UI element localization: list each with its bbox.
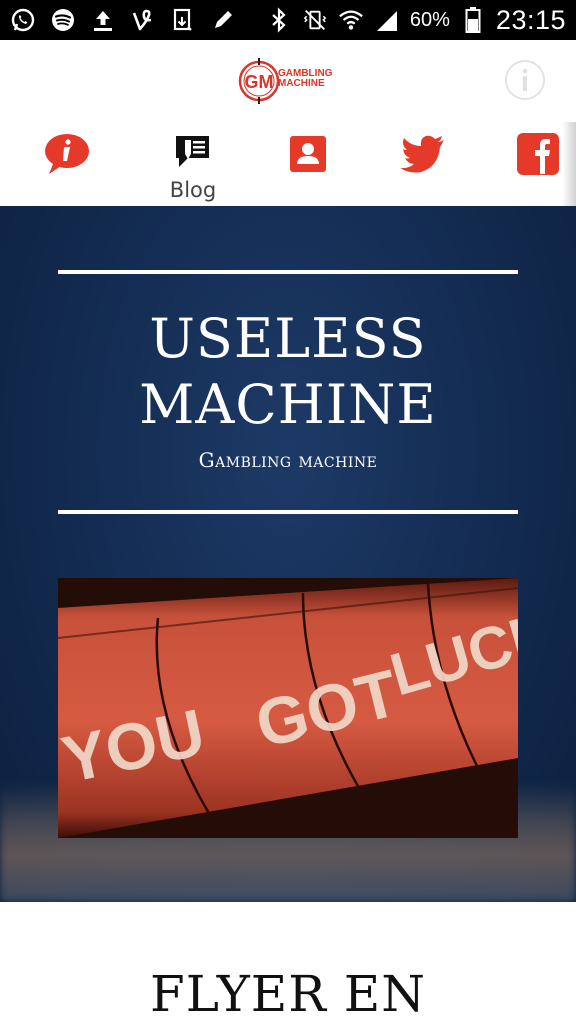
hero-banner: USELESS MACHINE Gambling machine YOU GOT… <box>0 206 576 902</box>
hero-top-rule <box>58 270 518 274</box>
nav-item-twitter[interactable] <box>383 130 463 202</box>
gambling-machine-logo[interactable]: GM GAMBLING MACHINE <box>238 58 338 104</box>
vine-icon <box>130 7 156 33</box>
twitter-icon <box>399 130 447 178</box>
whatsapp-icon <box>10 7 36 33</box>
system-status: 60% 23:15 <box>266 0 566 40</box>
logo-mark-text: GM <box>245 72 274 92</box>
logo-line-2: MACHINE <box>278 78 325 89</box>
logo-mark-icon: GM <box>238 58 280 104</box>
hero-title-line-1: USELESS <box>149 307 427 370</box>
battery-percentage: 60% <box>409 8 450 31</box>
bluetooth-icon <box>266 7 292 33</box>
blog-icon <box>169 130 217 176</box>
icon-nav-bar: Blog <box>0 122 576 206</box>
contact-icon <box>284 130 332 178</box>
slot-reel-image: YOU GOT LUCKY <box>58 578 518 838</box>
battery-icon <box>460 7 486 33</box>
app-header: GM GAMBLING MACHINE <box>0 40 576 122</box>
section-title: FLYER EN <box>150 965 426 1023</box>
hero-bottom-rule <box>58 510 518 514</box>
hero-subtitle: Gambling machine <box>198 448 378 472</box>
nav-item-blog[interactable]: Blog <box>153 130 233 202</box>
hero-title: USELESS MACHINE <box>0 306 576 438</box>
upload-icon <box>90 7 116 33</box>
info-circle-icon <box>522 68 528 91</box>
logo-wordmark: GAMBLING MACHINE <box>278 69 332 89</box>
clock: 23:15 <box>495 4 566 35</box>
pencil-icon <box>210 7 236 33</box>
download-file-icon <box>170 7 196 33</box>
wifi-icon <box>338 7 364 33</box>
nav-item-contact[interactable] <box>268 130 348 202</box>
spotify-icon <box>50 7 76 33</box>
nav-label-blog: Blog <box>169 178 217 202</box>
hero-title-line-2: MACHINE <box>139 373 437 436</box>
signal-icon <box>374 7 400 33</box>
notification-icons <box>10 0 236 40</box>
nav-item-info[interactable] <box>27 130 107 202</box>
facebook-icon <box>514 130 562 178</box>
scroll-edge-shadow <box>562 122 576 206</box>
info-button[interactable] <box>505 60 545 100</box>
vibrate-icon <box>302 7 328 33</box>
info-bubble-icon <box>43 130 91 178</box>
status-bar: 60% 23:15 <box>0 0 576 40</box>
